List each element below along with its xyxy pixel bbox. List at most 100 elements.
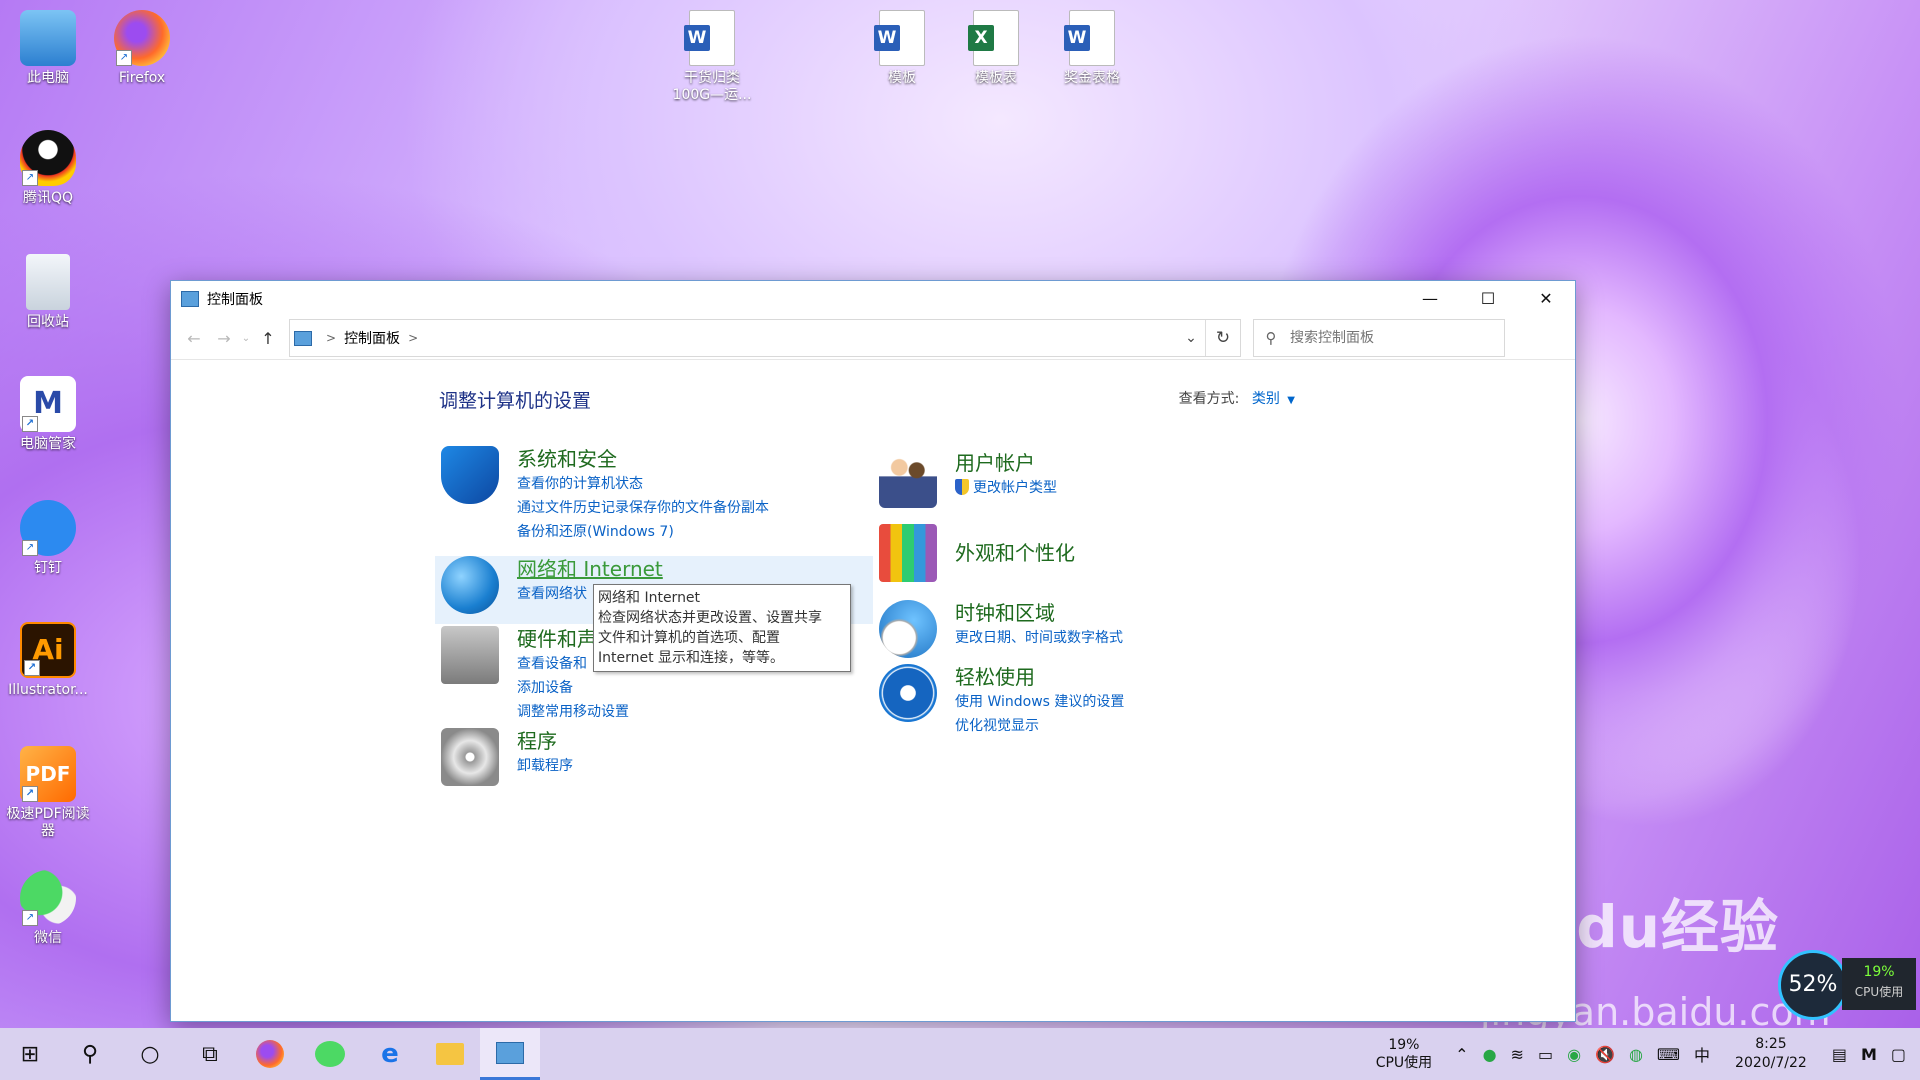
category-appearance: 外观和个性化	[879, 524, 1075, 582]
wifi-icon[interactable]: ≋	[1504, 1045, 1531, 1064]
category-title[interactable]: 时钟和区域	[955, 600, 1123, 626]
input-method-indicator[interactable]: 中	[1687, 1042, 1717, 1066]
firefox-icon: ↗	[114, 10, 170, 66]
title-bar[interactable]: 控制面板 — ☐ ✕	[171, 281, 1575, 317]
appearance-monitor-icon	[879, 524, 937, 582]
desktop-icon-wechat[interactable]: ↗ 微信	[2, 870, 94, 947]
printer-icon	[441, 626, 499, 684]
category-title[interactable]: 程序	[517, 728, 573, 754]
control-panel-icon	[181, 291, 199, 307]
taskbar-wechat-icon[interactable]	[300, 1028, 360, 1080]
taskbar: ⊞ ⚲ ○ ⧉ e 19% CPU使用 ⌃ ● ≋ ▭ ◉ 🔇 ◍ ⌨ 中 8:…	[0, 1028, 1920, 1080]
category-link[interactable]: 调整常用移动设置	[517, 700, 629, 724]
taskbar-firefox-icon[interactable]	[240, 1028, 300, 1080]
category-title[interactable]: 网络和 Internet	[517, 556, 663, 582]
tray-cpu-label: CPU使用	[1375, 1055, 1433, 1071]
word-file-icon: W	[874, 10, 925, 66]
notes-icon[interactable]: ▤	[1825, 1045, 1854, 1064]
search-box[interactable]: ⚲	[1253, 319, 1505, 357]
tray-wechat-icon[interactable]: ◉	[1560, 1045, 1588, 1064]
taskbar-edge-icon[interactable]: e	[360, 1028, 420, 1080]
chevron-up-icon[interactable]: ⌃	[1448, 1045, 1475, 1064]
programs-disc-icon	[441, 728, 499, 786]
chevron-down-icon[interactable]: ⌄	[1177, 320, 1206, 356]
volume-muted-icon[interactable]: 🔇	[1588, 1045, 1622, 1064]
category-title[interactable]: 外观和个性化	[955, 524, 1075, 582]
desktop-icon-label: 模板表	[975, 70, 1017, 86]
refresh-icon[interactable]: ↻	[1206, 328, 1240, 348]
action-center-icon[interactable]: ▢	[1884, 1045, 1920, 1064]
desktop-icon-label: 回收站	[27, 314, 69, 330]
address-bar[interactable]: > 控制面板 > ⌄ ↻	[289, 319, 1241, 357]
tray-keyboard-icon[interactable]: ⌨	[1650, 1045, 1687, 1064]
battery-icon[interactable]: ▭	[1531, 1045, 1560, 1064]
category-link[interactable]: 更改日期、时间或数字格式	[955, 626, 1123, 650]
control-panel-icon	[294, 330, 312, 346]
category-title[interactable]: 用户帐户	[955, 450, 1057, 476]
taskbar-file-explorer-icon[interactable]	[420, 1028, 480, 1080]
desktop-icon-recycle-bin[interactable]: 回收站	[2, 254, 94, 331]
search-icon[interactable]: ⚲	[60, 1028, 120, 1080]
desktop-icon-pc-manager[interactable]: M ↗ 电脑管家	[2, 376, 94, 453]
users-icon	[879, 450, 937, 508]
desktop-icon-illustrator[interactable]: Ai ↗ Illustrator...	[2, 622, 94, 699]
pc-manager-tray-icon[interactable]: M	[1854, 1045, 1884, 1064]
category-system-security: 系统和安全 查看你的计算机状态 通过文件历史记录保存你的文件备份副本 备份和还原…	[441, 446, 769, 544]
clock[interactable]: 8:25 2020/7/22	[1717, 1035, 1825, 1073]
window-title: 控制面板	[207, 292, 263, 308]
category-clock-region: 时钟和区域 更改日期、时间或数字格式	[879, 600, 1123, 658]
cortana-circle-icon[interactable]: ○	[120, 1028, 180, 1080]
desktop-icon-label: 此电脑	[27, 70, 69, 86]
tray-app-icon[interactable]: ●	[1476, 1045, 1504, 1064]
search-input[interactable]	[1288, 329, 1492, 347]
network-globe-icon	[441, 556, 499, 614]
maximize-button[interactable]: ☐	[1459, 281, 1517, 317]
recent-dropdown-icon[interactable]: ⌄	[239, 333, 253, 344]
illustrator-icon: Ai ↗	[20, 622, 76, 678]
category-link[interactable]: 使用 Windows 建议的设置	[955, 690, 1124, 714]
tray-cpu-usage[interactable]: 19% CPU使用	[1360, 1036, 1448, 1072]
taskbar-control-panel-icon[interactable]	[480, 1028, 540, 1080]
windows-start-icon[interactable]: ⊞	[0, 1028, 60, 1080]
category-link[interactable]: 优化视觉显示	[955, 714, 1124, 738]
ease-of-access-icon	[879, 664, 937, 722]
category-title[interactable]: 系统和安全	[517, 446, 769, 472]
chevron-right-icon[interactable]: >	[408, 331, 418, 345]
desktop-icon-label: 钉钉	[34, 560, 62, 576]
view-by-dropdown[interactable]: 类别	[1252, 391, 1280, 407]
category-user-accounts: 用户帐户 更改帐户类型	[879, 450, 1057, 508]
category-title[interactable]: 轻松使用	[955, 664, 1124, 690]
tray-green-icon[interactable]: ◍	[1622, 1045, 1650, 1064]
desktop-icon-dingtalk[interactable]: ↗ 钉钉	[2, 500, 94, 577]
category-link[interactable]: 卸载程序	[517, 754, 573, 778]
close-button[interactable]: ✕	[1517, 281, 1575, 317]
category-link-change-account-type[interactable]: 更改帐户类型	[955, 476, 1057, 500]
desktop-file-word-2[interactable]: W 模板	[856, 10, 948, 87]
desktop-file-word-1[interactable]: W 干货归类100G—运...	[666, 10, 758, 104]
cpu-monitor-widget[interactable]: 52% 19% CPU使用	[1778, 950, 1920, 1020]
word-badge: W	[1064, 25, 1090, 51]
category-link[interactable]: 通过文件历史记录保存你的文件备份副本	[517, 496, 769, 520]
up-arrow-icon[interactable]: ↑	[253, 329, 283, 348]
category-link[interactable]: 添加设备	[517, 676, 629, 700]
tooltip-title: 网络和 Internet	[598, 590, 701, 606]
category-link[interactable]: 备份和还原(Windows 7)	[517, 520, 769, 544]
word-file-icon: W	[1064, 10, 1115, 66]
desktop-icon-firefox[interactable]: ↗ Firefox	[96, 10, 188, 87]
breadcrumb-item-control-panel[interactable]: 控制面板	[344, 328, 400, 348]
forward-arrow-icon[interactable]: →	[209, 329, 239, 348]
desktop-file-excel[interactable]: X 模板表	[950, 10, 1042, 87]
desktop-icon-label: 电脑管家	[20, 436, 76, 452]
task-view-icon[interactable]: ⧉	[180, 1028, 240, 1080]
desktop-icon-pdf-reader[interactable]: PDF ↗ 极速PDF阅读器	[2, 746, 94, 840]
desktop-icon-label: 腾讯QQ	[22, 190, 74, 206]
caret-down-icon[interactable]: ▼	[1287, 395, 1295, 406]
category-link[interactable]: 查看你的计算机状态	[517, 472, 769, 496]
desktop-icon-label: 微信	[34, 930, 62, 946]
desktop-file-word-3[interactable]: W 奖金表格	[1046, 10, 1138, 87]
desktop-icon-this-pc[interactable]: 此电脑	[2, 10, 94, 87]
desktop-icon-label: 极速PDF阅读器	[6, 806, 90, 839]
minimize-button[interactable]: —	[1401, 281, 1459, 317]
desktop-icon-qq[interactable]: ↗ 腾讯QQ	[2, 130, 94, 207]
back-arrow-icon[interactable]: ←	[179, 329, 209, 348]
